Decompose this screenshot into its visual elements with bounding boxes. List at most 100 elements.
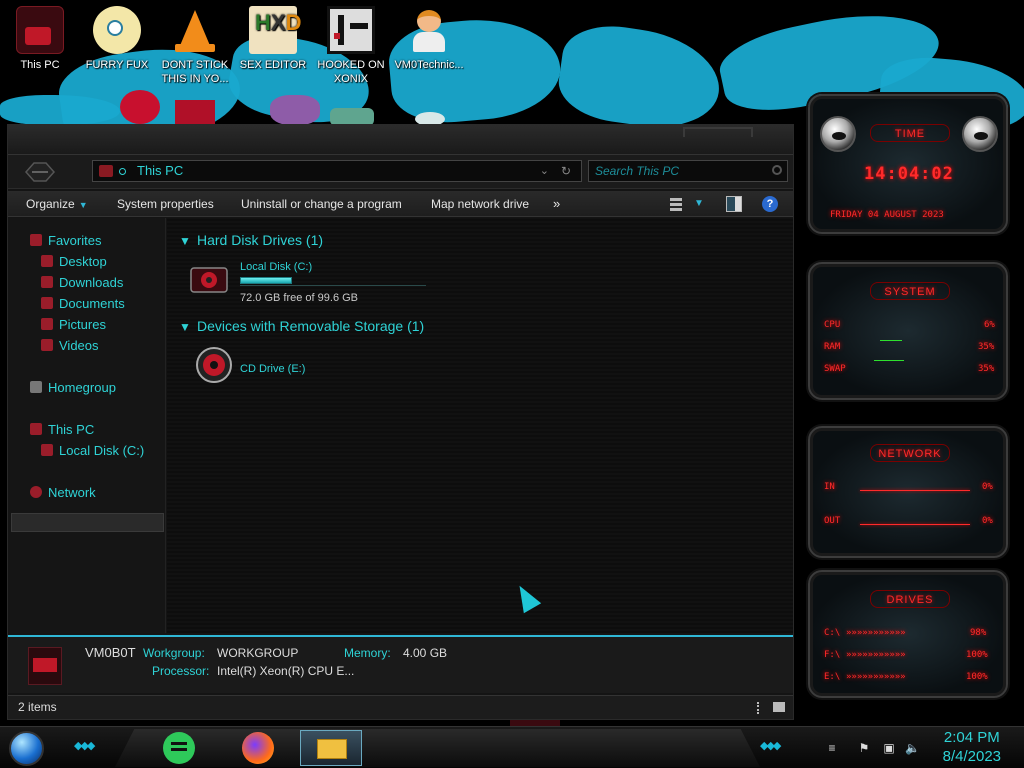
- spotify-like-icon[interactable]: [163, 732, 195, 764]
- preview-pane-icon[interactable]: [726, 196, 742, 212]
- organize-button[interactable]: Organize ▼: [26, 191, 88, 217]
- system-properties-button[interactable]: System properties: [117, 191, 214, 217]
- hard-drive-icon[interactable]: [189, 262, 229, 298]
- file-explorer-taskbar-button[interactable]: [300, 730, 362, 766]
- chevron-down-icon: ▼: [179, 234, 191, 248]
- file-explorer-icon: [317, 739, 347, 759]
- firefox-icon[interactable]: [242, 732, 274, 764]
- gadget-title: SYSTEM: [870, 282, 950, 300]
- explorer-window[interactable]: This PC ⌄ ↻ Search This PC Organize ▼ Sys…: [7, 124, 794, 720]
- documents-icon: [41, 297, 53, 309]
- sidebar-item-favorites[interactable]: Favorites: [30, 231, 101, 251]
- group-header-removable[interactable]: ▼ Devices with Removable Storage (1): [179, 318, 424, 334]
- navigation-pane: Favorites Desktop Downloads Documents Pi…: [8, 218, 166, 633]
- drive-label: C:\: [824, 628, 841, 638]
- taskbar: ◆◆◆ ◆◆◆ ≡ ⚑ ▣ 🔈 2:04 PM 8/4/2023: [0, 726, 1024, 768]
- search-icon[interactable]: [772, 165, 782, 175]
- item-count: 2 items: [18, 700, 57, 714]
- cpu-label: CPU: [824, 320, 841, 330]
- decorative-chevrons: ◆◆◆: [760, 740, 781, 752]
- desktop-icon-hooked-on-xonix[interactable]: HOOKED ON XONIX: [311, 4, 391, 86]
- group-header-label: Devices with Removable Storage (1): [197, 318, 425, 334]
- gadget-panel: TIME 14:04:02 FRIDAY 04 AUGUST 2023 SYST…: [796, 90, 1024, 730]
- chevron-down-icon: ▼: [179, 320, 191, 334]
- map-network-drive-button[interactable]: Map network drive: [431, 191, 529, 217]
- window-titlebar[interactable]: [8, 125, 793, 155]
- desktop-icon-sex-editor[interactable]: HXD SEX EDITOR: [233, 4, 313, 72]
- workgroup-label: Workgroup:: [143, 646, 205, 660]
- system-gadget[interactable]: SYSTEM CPU 6% RAM 35% SWAP 35%: [808, 262, 1008, 400]
- decorative-chevrons: ◆◆◆: [74, 740, 95, 752]
- uninstall-program-button[interactable]: Uninstall or change a program: [241, 191, 402, 217]
- desktop-icon-label: SEX EDITOR: [239, 59, 307, 71]
- cd-drive-icon[interactable]: [195, 346, 233, 384]
- clock-date: 8/4/2023: [942, 748, 1001, 765]
- drive-usage-arrows: »»»»»»»»»»»: [846, 650, 906, 660]
- show-hidden-icons-icon[interactable]: ≡: [825, 741, 839, 755]
- sidebar-item-label: Desktop: [59, 254, 107, 269]
- processor-label: Processor:: [152, 664, 210, 678]
- sidebar-item-pictures[interactable]: Pictures: [41, 315, 106, 335]
- start-button[interactable]: [9, 731, 44, 766]
- sidebar-item-videos[interactable]: Videos: [41, 336, 99, 356]
- sidebar-item-downloads[interactable]: Downloads: [41, 273, 123, 293]
- view-options-icon[interactable]: [670, 196, 686, 212]
- sidebar-item-local-disk[interactable]: Local Disk (C:): [41, 441, 144, 461]
- address-bar[interactable]: This PC ⌄ ↻: [92, 160, 582, 182]
- cpu-value: 6%: [984, 320, 995, 330]
- details-view-icon[interactable]: [757, 702, 767, 714]
- pictures-icon: [41, 318, 53, 330]
- downloads-icon: [41, 276, 53, 288]
- taskbar-clock[interactable]: 2:04 PM 8/4/2023: [943, 728, 1001, 766]
- sidebar-item-this-pc[interactable]: This PC: [30, 420, 94, 440]
- clock-date: FRIDAY 04 AUGUST 2023: [830, 210, 944, 220]
- sidebar-item-desktop[interactable]: Desktop: [41, 252, 107, 272]
- this-pc-icon: [99, 165, 113, 177]
- sidebar-item-documents[interactable]: Documents: [41, 294, 125, 314]
- navigation-bar: This PC ⌄ ↻ Search This PC: [8, 155, 793, 189]
- desktop-icon-dont-stick[interactable]: DONT STICK THIS IN YO...: [155, 4, 235, 86]
- vlc-icon: [171, 6, 219, 54]
- net-in-graph: [860, 490, 970, 491]
- desktop-icon-label: This PC: [20, 59, 60, 71]
- details-pane: VM0B0T Workgroup: WORKGROUP Memory: 4.00…: [8, 635, 793, 693]
- chevron-down-icon[interactable]: ▼: [694, 196, 710, 212]
- more-commands-button[interactable]: »: [553, 191, 560, 217]
- command-bar: Organize ▼ System properties Uninstall or…: [8, 191, 793, 217]
- search-input[interactable]: Search This PC: [588, 160, 788, 182]
- desktop-icon-vm0technic[interactable]: VM0Technic...: [389, 4, 469, 72]
- drive-free-space: 72.0 GB free of 99.6 GB: [240, 292, 359, 304]
- network-gadget[interactable]: NETWORK IN 0% OUT 0%: [808, 426, 1008, 558]
- desktop-icon-furry-fux[interactable]: FURRY FUX: [77, 4, 157, 72]
- sidebar-item-label: Favorites: [48, 233, 102, 248]
- location-icon: [119, 168, 126, 175]
- back-forward-icon[interactable]: [22, 160, 58, 184]
- sidebar-item-label: Videos: [59, 338, 99, 353]
- time-gadget[interactable]: TIME 14:04:02 FRIDAY 04 AUGUST 2023: [808, 94, 1008, 234]
- net-in-label: IN: [824, 482, 835, 492]
- network-tray-icon[interactable]: ▣: [882, 741, 896, 755]
- this-pc-icon: [30, 423, 42, 435]
- help-icon[interactable]: ?: [762, 196, 778, 212]
- flag-icon[interactable]: ⚑: [857, 741, 871, 755]
- star-icon: [30, 234, 42, 246]
- drive-name[interactable]: CD Drive (E:): [240, 363, 305, 375]
- drives-gadget[interactable]: DRIVES C:\ »»»»»»»»»»» 98% F:\ »»»»»»»»»…: [808, 570, 1008, 698]
- sidebar-item-network[interactable]: Network: [30, 483, 96, 503]
- volume-icon[interactable]: 🔈: [905, 741, 920, 755]
- tiles-view-icon[interactable]: [773, 702, 785, 712]
- desktop-icon-label: HOOKED ON XONIX: [317, 59, 385, 85]
- desktop-icon-this-pc[interactable]: This PC: [0, 4, 80, 72]
- drive-name[interactable]: Local Disk (C:): [240, 261, 312, 273]
- group-header-hard-disk[interactable]: ▼ Hard Disk Drives (1): [179, 232, 323, 248]
- net-out-value: 0%: [982, 516, 993, 526]
- sidebar-item-homegroup[interactable]: Homegroup: [30, 378, 116, 398]
- clock-time: 2:04 PM: [943, 729, 1000, 746]
- refresh-icon[interactable]: ↻: [561, 161, 571, 181]
- net-out-label: OUT: [824, 516, 841, 526]
- sidebar-item-label: Homegroup: [48, 380, 116, 395]
- sidebar-item-label: This PC: [48, 422, 95, 437]
- sidebar-item-label: Network: [48, 485, 96, 500]
- chevron-down-icon[interactable]: ⌄: [540, 161, 549, 181]
- taskbar-apps-area: [115, 729, 760, 767]
